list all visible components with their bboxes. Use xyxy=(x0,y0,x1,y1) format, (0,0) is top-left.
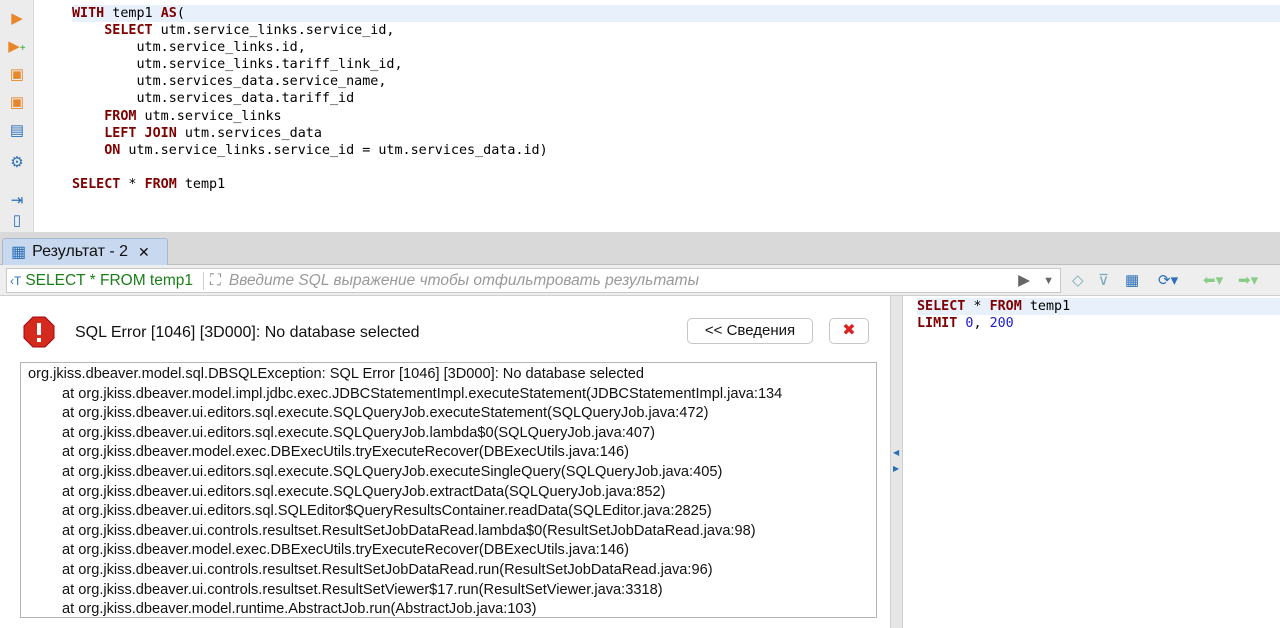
stack-trace-line: at org.jkiss.dbeaver.ui.editors.sql.SQLE… xyxy=(62,503,712,520)
stack-trace-line: org.jkiss.dbeaver.model.sql.DBSQLExcepti… xyxy=(28,366,644,382)
stack-trace-line: at org.jkiss.dbeaver.ui.controls.results… xyxy=(62,561,713,578)
sql-icon: ‹T xyxy=(10,273,22,288)
code-line: ON utm.service_links.service_id = utm.se… xyxy=(72,142,1280,159)
close-tab-icon[interactable]: ✕ xyxy=(138,244,150,261)
code-token: temp1 xyxy=(176,176,226,192)
error-panel: SQL Error [1046] [3D000]: No database se… xyxy=(0,296,890,628)
code-token: utm.service_links xyxy=(136,108,282,124)
filter-toolbar: ‹T SELECT * FROM temp1 ⛶ Введите SQL выр… xyxy=(0,265,1280,296)
apply-filter-icon[interactable]: ▶ xyxy=(1018,271,1030,290)
code-token: utm.services_data.tariff_id xyxy=(72,91,355,107)
tab-label: Результат - 2 xyxy=(32,243,129,260)
stack-trace-line: at org.jkiss.dbeaver.ui.editors.sql.exec… xyxy=(62,483,666,500)
filter-placeholder: Введите SQL выражение чтобы отфильтроват… xyxy=(228,271,699,289)
sql-keyword: SELECT xyxy=(104,23,153,39)
sql-keyword: SELECT xyxy=(917,299,966,314)
file-icon[interactable]: ▯ xyxy=(8,212,26,230)
sql-keyword: SELECT xyxy=(72,176,121,192)
stack-trace-line: at org.jkiss.dbeaver.model.exec.DBExecUt… xyxy=(62,444,629,461)
code-line: utm.services_data.service_name, xyxy=(72,73,1280,90)
panel-splitter[interactable]: ◀ ▶ xyxy=(890,296,903,628)
stack-trace-line: at org.jkiss.dbeaver.ui.editors.sql.exec… xyxy=(62,405,709,422)
filter-settings-icon[interactable]: ⊽ xyxy=(1098,271,1109,289)
stack-trace-line: at org.jkiss.dbeaver.model.impl.jdbc.exe… xyxy=(62,385,783,402)
code-line: SELECT utm.service_links.service_id, xyxy=(72,22,1280,39)
code-line: LIMIT 0, 200 xyxy=(917,315,1280,332)
code-token: utm.services_data.service_name, xyxy=(72,74,387,90)
code-token: utm.service_links.service_id = utm.servi… xyxy=(120,142,548,158)
collapse-left-icon[interactable]: ◀ xyxy=(893,448,899,457)
code-line: WITH temp1 AS( xyxy=(72,5,1280,23)
code-area[interactable]: WITH temp1 AS( SELECT utm.service_links.… xyxy=(72,5,1280,193)
explain-plan-icon[interactable]: ▤ xyxy=(8,122,26,140)
details-button[interactable]: << Сведения xyxy=(687,318,813,344)
grid-icon: ▦ xyxy=(11,244,27,261)
code-token: * xyxy=(965,299,990,314)
export-icon[interactable]: ⇥ xyxy=(8,192,26,210)
code-token: utm.service_links.tariff_link_id, xyxy=(72,57,403,73)
error-message: SQL Error [1046] [3D000]: No database se… xyxy=(75,324,420,341)
code-token: temp1 xyxy=(1021,299,1071,314)
settings-gear-icon[interactable]: ⚙ xyxy=(8,154,26,172)
sql-keyword: FROM xyxy=(144,176,177,192)
code-line: SELECT * FROM temp1 xyxy=(917,298,1280,316)
editor-toolbar: ▶ ▶+ ▣ ▣ ▤ ⚙ ⇥ ▯ xyxy=(0,0,34,232)
expand-icon[interactable]: ⛶ xyxy=(203,271,221,290)
code-line: utm.service_links.tariff_link_id, xyxy=(72,56,1280,73)
code-token: utm.services_data xyxy=(176,125,322,141)
stack-trace[interactable]: org.jkiss.dbeaver.model.sql.DBSQLExcepti… xyxy=(20,362,877,618)
table-settings-icon[interactable]: ▦ xyxy=(1125,271,1139,289)
sql-keyword: ON xyxy=(104,142,121,158)
code-line: LEFT JOIN utm.services_data xyxy=(72,125,1280,142)
stack-trace-line: at org.jkiss.dbeaver.model.runtime.Abstr… xyxy=(62,601,537,618)
refresh-icon[interactable]: ⟳▾ xyxy=(1158,271,1178,289)
execute-script-new-tab-icon[interactable]: ▣ xyxy=(8,94,26,112)
sql-keyword: WITH xyxy=(72,6,105,21)
back-icon[interactable]: ⬅▾ xyxy=(1203,271,1223,289)
filter-history-dropdown-icon[interactable]: ▼ xyxy=(1043,275,1054,287)
code-token: ( xyxy=(176,6,185,21)
filter-query-label: SELECT * FROM temp1 xyxy=(25,271,194,289)
code-token: utm.service_links.id, xyxy=(72,40,306,56)
code-token: temp1 xyxy=(104,6,161,21)
sql-keyword: LEFT JOIN xyxy=(104,125,177,141)
results-tab-bar: ▦ Результат - 2 ✕ xyxy=(0,232,1280,265)
stack-trace-line: at org.jkiss.dbeaver.ui.controls.results… xyxy=(62,522,756,539)
sql-keyword: FROM xyxy=(989,299,1022,314)
executed-query-panel: SELECT * FROM temp1 LIMIT 0, 200 xyxy=(903,296,1280,628)
stack-trace-line: at org.jkiss.dbeaver.ui.controls.results… xyxy=(62,581,663,598)
code-line: SELECT * FROM temp1 xyxy=(72,176,1280,193)
sql-editor[interactable]: ▶ ▶+ ▣ ▣ ▤ ⚙ ⇥ ▯ WITH temp1 AS( SELECT u… xyxy=(0,0,1280,232)
sql-keyword: LIMIT xyxy=(917,316,958,332)
stack-trace-line: at org.jkiss.dbeaver.ui.editors.sql.exec… xyxy=(62,424,655,441)
code-line: FROM utm.service_links xyxy=(72,108,1280,125)
eraser-icon[interactable]: ◇ xyxy=(1072,271,1084,289)
code-line: utm.services_data.tariff_id xyxy=(72,90,1280,107)
error-report-icon: ✖ xyxy=(842,322,856,339)
executed-query: SELECT * FROM temp1 LIMIT 0, 200 xyxy=(917,298,1280,332)
tab-results-2[interactable]: ▦ Результат - 2 ✕ xyxy=(2,238,168,265)
forward-icon[interactable]: ➡▾ xyxy=(1238,271,1258,289)
code-token: * xyxy=(120,176,145,192)
collapse-right-icon[interactable]: ▶ xyxy=(893,464,899,473)
code-line: utm.service_links.id, xyxy=(72,39,1280,56)
code-token: 200 xyxy=(989,316,1014,332)
execute-statement-icon[interactable]: ▶ xyxy=(8,10,26,28)
error-icon xyxy=(23,316,55,348)
code-token: , xyxy=(973,316,990,332)
sql-keyword: AS xyxy=(160,6,177,21)
execute-in-new-tab-icon[interactable]: ▶+ xyxy=(8,38,26,56)
filter-input[interactable]: ‹T SELECT * FROM temp1 ⛶ Введите SQL выр… xyxy=(6,268,1061,293)
sql-keyword: FROM xyxy=(104,108,137,124)
stack-trace-line: at org.jkiss.dbeaver.model.exec.DBExecUt… xyxy=(62,542,629,559)
execute-script-icon[interactable]: ▣ xyxy=(8,66,26,84)
copy-error-button[interactable]: ✖ xyxy=(829,318,869,344)
stack-trace-line: at org.jkiss.dbeaver.ui.editors.sql.exec… xyxy=(62,463,723,480)
code-token: utm.service_links.service_id, xyxy=(152,23,395,39)
